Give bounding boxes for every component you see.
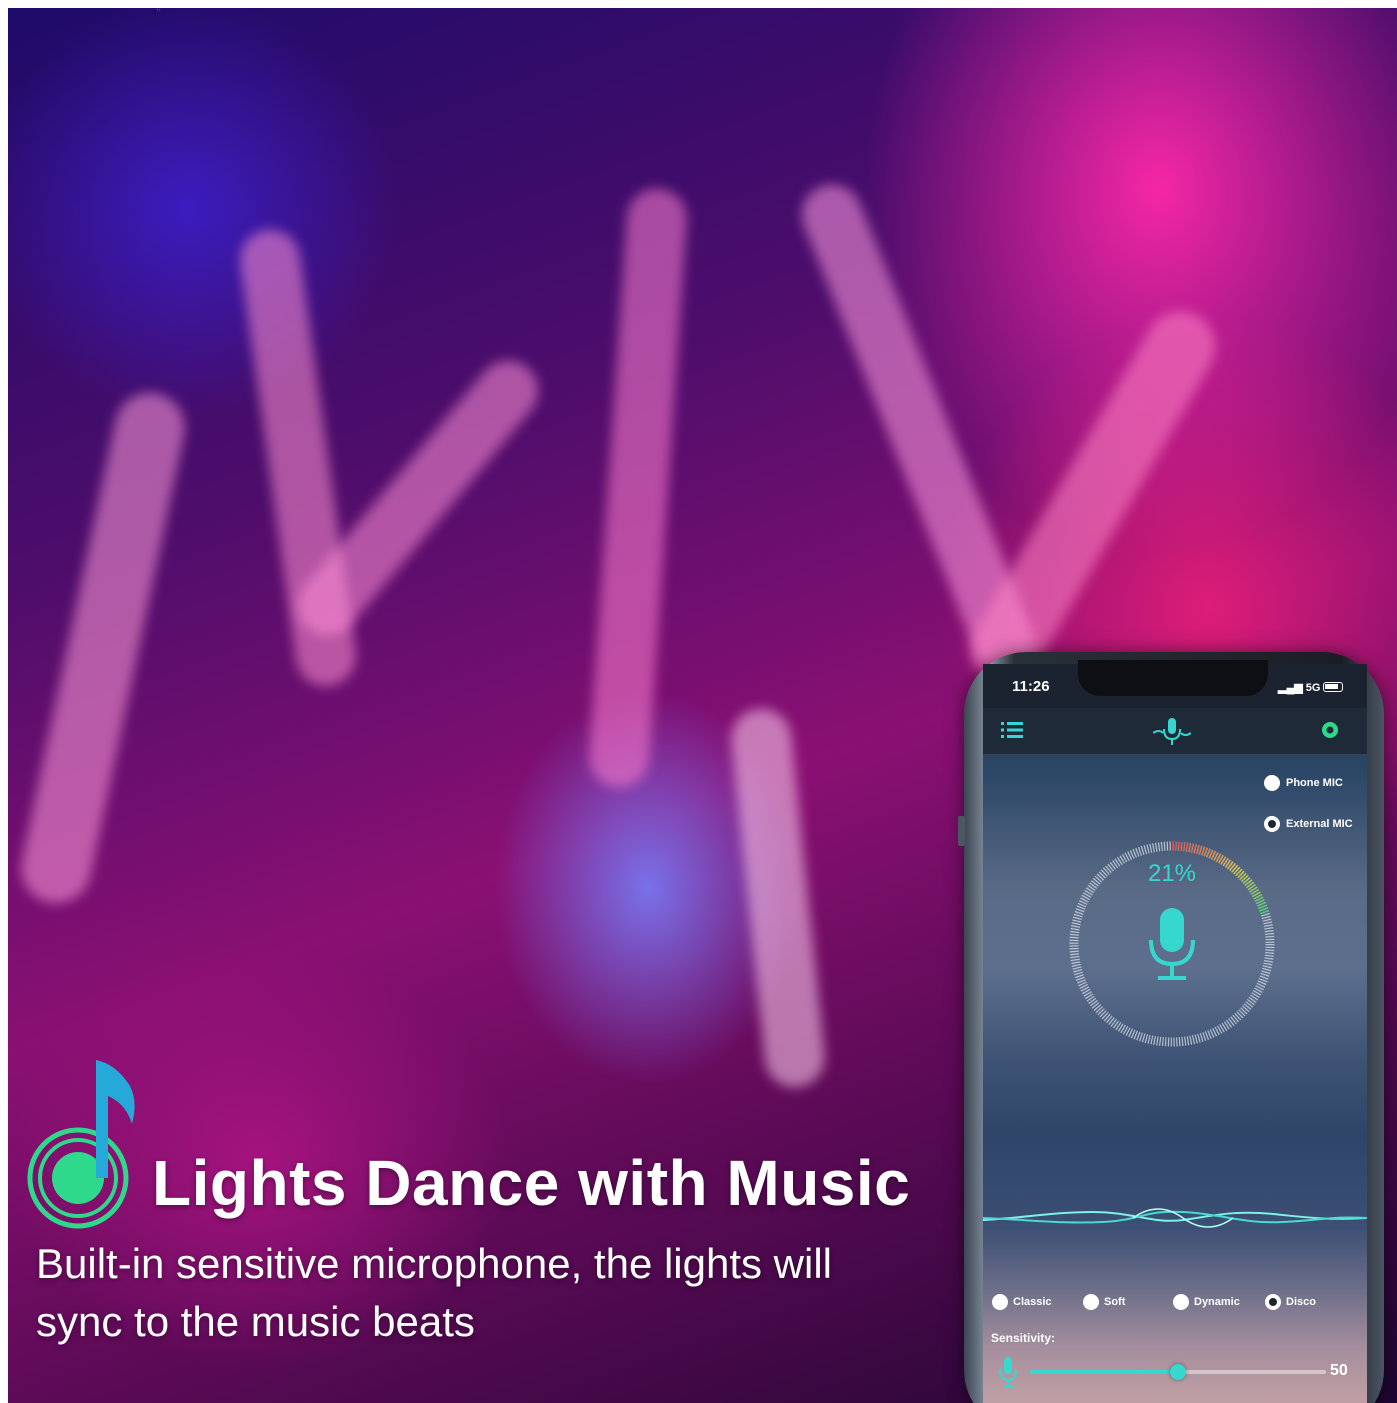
audio-wave-icon: [983, 1208, 1367, 1228]
feature-description: Built-in sensitive microphone, the light…: [36, 1240, 833, 1345]
sound-level-percent: 21%: [1147, 860, 1197, 887]
mode-classic[interactable]: Classic: [992, 1294, 1052, 1310]
mode-classic-label: Classic: [1013, 1296, 1052, 1308]
mode-disco[interactable]: Disco: [1265, 1294, 1316, 1310]
mode-dynamic[interactable]: Dynamic: [1173, 1294, 1240, 1310]
settings-icon[interactable]: [1320, 720, 1340, 740]
sensitivity-slider[interactable]: [1030, 1364, 1326, 1380]
music-note-icon: [27, 1060, 135, 1229]
microphone-icon[interactable]: [1146, 906, 1198, 982]
phone-mic-label: Phone MIC: [1286, 777, 1343, 789]
mode-soft-label: Soft: [1104, 1296, 1126, 1308]
mode-disco-label: Disco: [1286, 1296, 1316, 1308]
radio-dynamic[interactable]: [1173, 1294, 1189, 1310]
sensitivity-slider-fill: [1030, 1370, 1178, 1374]
sensitivity-slider-thumb[interactable]: [1170, 1364, 1186, 1380]
list-icon[interactable]: [1000, 719, 1024, 741]
mode-soft[interactable]: Soft: [1083, 1294, 1125, 1310]
sensitivity-label: Sensitivity:: [991, 1331, 1056, 1345]
sensitivity-value: 50: [1330, 1362, 1348, 1379]
radio-phone-mic[interactable]: [1264, 775, 1280, 791]
battery-icon: [1323, 682, 1343, 692]
network-label: 5G: [1305, 682, 1321, 694]
top-mark: „: [156, 0, 161, 13]
mic-source-phone[interactable]: Phone MIC: [1264, 775, 1343, 791]
radio-external-mic[interactable]: [1264, 816, 1280, 832]
sensitivity-mic-icon: [999, 1357, 1017, 1387]
phone-notch: [1078, 660, 1268, 696]
radio-soft[interactable]: [1083, 1294, 1099, 1310]
mic-source-external[interactable]: External MIC: [1264, 816, 1353, 832]
mode-dynamic-label: Dynamic: [1194, 1296, 1240, 1308]
radio-classic[interactable]: [992, 1294, 1008, 1310]
microphone-wave-icon[interactable]: [1153, 715, 1191, 747]
radio-disco[interactable]: [1265, 1294, 1281, 1310]
external-mic-label: External MIC: [1286, 818, 1353, 830]
headline: Lights Dance with Music: [152, 1147, 911, 1219]
status-time: 11:26: [1012, 678, 1050, 695]
phone-side-button: [958, 816, 965, 846]
signal-status: ▂▄▆ 5G: [1278, 682, 1321, 694]
